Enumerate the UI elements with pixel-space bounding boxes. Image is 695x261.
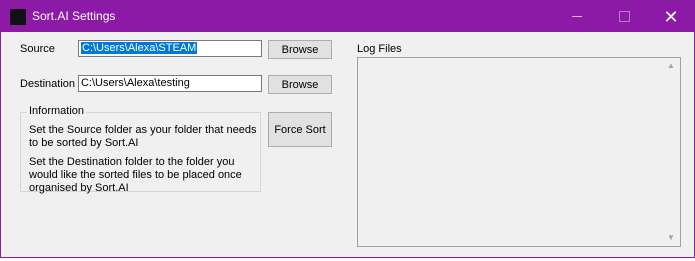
log-files-box[interactable]: ▲ ▼	[357, 57, 681, 247]
destination-browse-button[interactable]: Browse	[268, 75, 332, 94]
information-title: Information	[27, 105, 87, 117]
destination-input-value: C:\Users\Alexa\testing	[81, 77, 190, 89]
information-group: Information Set the Source folder as you…	[20, 105, 261, 194]
minimize-button[interactable]	[554, 1, 600, 32]
maximize-button[interactable]	[601, 1, 647, 32]
log-scrollbar[interactable]: ▲ ▼	[663, 58, 680, 246]
scroll-down-icon[interactable]: ▼	[667, 233, 675, 242]
information-destination-text: Set the Destination folder to the folder…	[29, 156, 242, 194]
close-button[interactable]: ✕	[648, 1, 694, 32]
maximize-icon	[618, 11, 630, 22]
minimize-icon	[572, 16, 582, 17]
source-input[interactable]: C:\Users\Alexa\STEAM	[78, 40, 262, 57]
destination-label: Destination	[20, 78, 76, 90]
scroll-up-icon[interactable]: ▲	[667, 61, 675, 70]
force-sort-button[interactable]: Force Sort	[268, 112, 332, 147]
window-title: Sort.AI Settings	[32, 9, 116, 23]
source-input-value: C:\Users\Alexa\STEAM	[81, 42, 198, 54]
title-bar[interactable]: Sort.AI Settings ✕	[1, 1, 694, 32]
source-label: Source	[20, 43, 55, 55]
source-browse-button[interactable]: Browse	[268, 40, 332, 59]
settings-window: Sort.AI Settings ✕ Source C:\Users\Alexa…	[0, 0, 695, 258]
log-files-label: Log Files	[357, 43, 402, 55]
client-area: Source C:\Users\Alexa\STEAM Browse Desti…	[1, 32, 694, 257]
information-source-text: Set the Source folder as your folder tha…	[29, 124, 257, 149]
destination-input[interactable]: C:\Users\Alexa\testing	[78, 75, 262, 92]
app-icon	[10, 9, 26, 25]
close-icon: ✕	[663, 6, 679, 27]
